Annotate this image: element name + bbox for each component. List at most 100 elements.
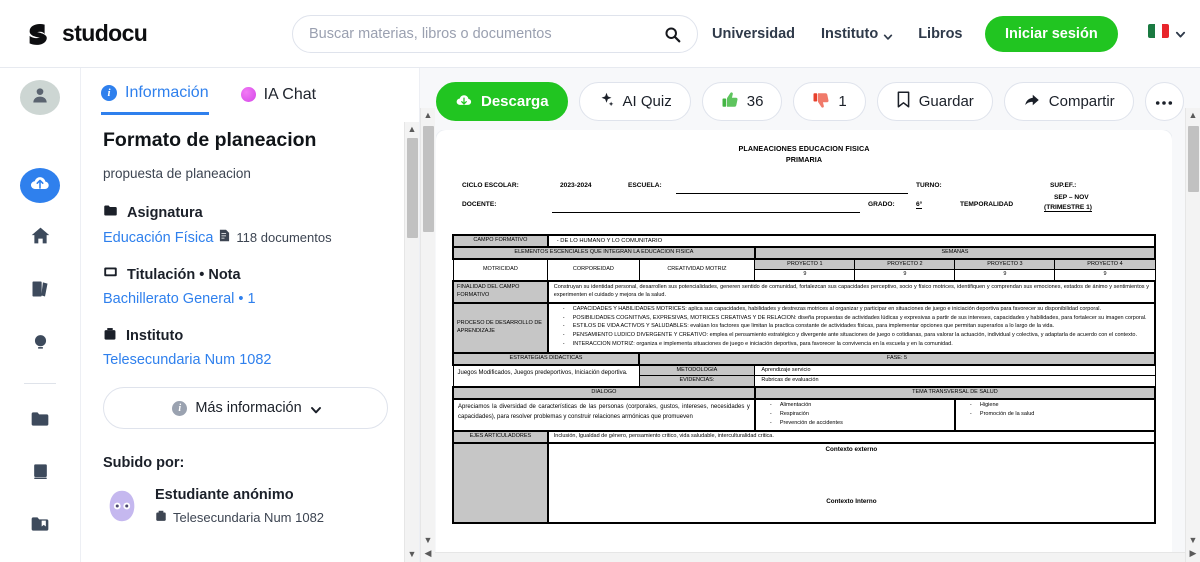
meta-value-titulacion[interactable]: Bachillerato General • 1 bbox=[103, 291, 397, 307]
share-button[interactable]: Compartir bbox=[1003, 82, 1134, 121]
school-icon bbox=[103, 326, 117, 345]
sidebar-item-home[interactable] bbox=[20, 221, 60, 256]
studocu-logo[interactable]: studocu bbox=[24, 19, 148, 49]
more-options-button[interactable] bbox=[1144, 82, 1184, 121]
more-info-button[interactable]: i Más información bbox=[103, 387, 388, 429]
panel-scrollbar-thumb[interactable] bbox=[406, 138, 418, 238]
proyecto-2-name: PROYECTO 2 bbox=[854, 258, 956, 271]
scroll-down-arrow[interactable]: ▼ bbox=[408, 547, 417, 562]
evidencias-label: EVIDENCIAS: bbox=[638, 375, 756, 388]
supef-label: SUP.EF.: bbox=[1050, 181, 1077, 189]
viewer-left-scrollbar[interactable]: ▲ ▼ ◀ bbox=[420, 108, 435, 562]
panel-scrollbar[interactable]: ▲ ▼ bbox=[404, 122, 419, 562]
tab-label: IA Chat bbox=[263, 85, 317, 103]
nav-label: Libros bbox=[918, 26, 963, 42]
ai-quiz-label: AI Quiz bbox=[622, 93, 672, 110]
upvote-button[interactable]: 36 bbox=[701, 82, 783, 121]
downvote-button[interactable]: 1 bbox=[793, 82, 866, 121]
table-row: ESTRATEGIAS DIDACTICAS FASE: 5 bbox=[451, 351, 1156, 366]
brain-icon bbox=[31, 332, 50, 356]
col-creatividad-motriz: CREATIVIDAD MOTRIZ bbox=[638, 258, 756, 282]
chevron-down-icon bbox=[310, 404, 321, 413]
folder-icon bbox=[103, 203, 118, 222]
thumbs-up-icon bbox=[721, 91, 739, 113]
campo-formativo-value: - DE LO HUMANO Y LO COMUNITARIO bbox=[546, 233, 1157, 248]
ai-bubble-icon bbox=[240, 87, 256, 102]
nav-item-libros[interactable]: Libros bbox=[918, 26, 962, 42]
proceso-item: ESTILOS DE VIDA ACTIVOS Y SALUDABLES: ev… bbox=[561, 323, 1150, 331]
panel-content: Formato de planeacion propuesta de plane… bbox=[81, 115, 419, 555]
semanas-header: SEMANAS bbox=[753, 245, 1157, 260]
viewer-right-scrollbar-thumb[interactable] bbox=[1187, 126, 1199, 192]
table-row: PROCESO DE DESARROLLO DE APRENDIZAJE CAP… bbox=[452, 301, 1157, 354]
sidebar-item-ai-tools[interactable] bbox=[20, 326, 60, 361]
scroll-up-arrow[interactable]: ▲ bbox=[408, 122, 417, 137]
estrategias-text: Juegos Modificados, Juegos predeportivos… bbox=[452, 364, 640, 388]
finalidad-text: Construyan su identidad personal, desarr… bbox=[546, 280, 1157, 304]
proyecto-3-name: PROYECTO 3 bbox=[954, 258, 1056, 271]
table-row: DIALOGO TEMA TRANSVERSAL DE SALUD bbox=[452, 386, 1157, 400]
studocu-logo-icon bbox=[24, 19, 54, 49]
proceso-item: PENSAMIENTO LUDICO DIVERGENTE Y CREATIVO… bbox=[561, 332, 1150, 340]
download-button[interactable]: Descarga bbox=[436, 82, 568, 121]
viewer-horizontal-scrollbar[interactable] bbox=[435, 552, 1185, 562]
proceso-label: PROCESO DE DESARROLLO DE APRENDIZAJE bbox=[452, 301, 549, 354]
campo-formativo-label: CAMPO FORMATIVO bbox=[452, 233, 549, 248]
tema-item: Alimentación bbox=[768, 402, 950, 410]
sidebar-item-folders[interactable] bbox=[20, 404, 60, 439]
temporalidad-value-1: SEP – NOV bbox=[1054, 193, 1089, 201]
sidebar-item-user-avatar[interactable] bbox=[20, 80, 60, 115]
viewer-right-scrollbar[interactable]: ▲ ▼ ▶ bbox=[1185, 108, 1200, 562]
top-navigation-bar: studocu Universidad Instituto bbox=[0, 0, 1200, 68]
escuela-blank-line bbox=[676, 192, 908, 194]
save-button[interactable]: Guardar bbox=[876, 82, 993, 121]
sidebar-item-upload[interactable] bbox=[20, 168, 60, 204]
table-row: Contexto externo Contexto Interno bbox=[452, 442, 1157, 525]
meta-value-instituto[interactable]: Telesecundaria Num 1082 bbox=[103, 352, 397, 368]
search-bar[interactable] bbox=[292, 15, 698, 53]
contexto-cells: Contexto externo Contexto Interno bbox=[546, 442, 1157, 525]
info-icon: i bbox=[101, 85, 117, 101]
sidebar-item-studylists[interactable] bbox=[20, 274, 60, 309]
table-row: MOTRICIDAD CORPOREIDAD CREATIVIDAD MOTRI… bbox=[452, 258, 1156, 282]
language-selector[interactable] bbox=[1148, 24, 1186, 38]
downvote-count: 1 bbox=[838, 93, 847, 110]
anonymous-avatar bbox=[103, 487, 141, 525]
scroll-up-arrow[interactable]: ▲ bbox=[424, 108, 433, 123]
scroll-up-arrow[interactable]: ▲ bbox=[1189, 108, 1198, 123]
scroll-right-arrow[interactable]: ▶ bbox=[1190, 546, 1197, 561]
docente-label: DOCENTE: bbox=[462, 200, 497, 208]
meta-label-asignatura: Asignatura bbox=[103, 203, 397, 222]
document-icon bbox=[219, 229, 230, 246]
contexto-interno: Contexto Interno bbox=[826, 498, 877, 506]
document-subtitle: propuesta de planeacion bbox=[103, 166, 251, 181]
tema-item: Prevención de accidentes bbox=[768, 420, 950, 428]
nav-item-universidad[interactable]: Universidad bbox=[712, 26, 795, 42]
table-row: FINALIDAD DEL CAMPO FORMATIVO Construyan… bbox=[452, 280, 1157, 304]
bookmark-icon bbox=[896, 91, 911, 112]
login-button[interactable]: Iniciar sesión bbox=[985, 16, 1118, 52]
sidebar-item-saved[interactable] bbox=[20, 509, 60, 544]
page-scroll-area: PLANEACIONES EDUCACION FISICA PRIMARIA C… bbox=[436, 130, 1172, 562]
search-input[interactable] bbox=[309, 26, 664, 42]
tab-ia-chat[interactable]: IA Chat bbox=[240, 85, 317, 114]
uploader-name[interactable]: Estudiante anónimo bbox=[155, 487, 324, 503]
cloud-download-icon bbox=[455, 91, 473, 113]
chevron-down-icon bbox=[1175, 27, 1186, 38]
planning-table: CAMPO FORMATIVO - DE LO HUMANO Y LO COMU… bbox=[451, 233, 1157, 525]
ai-quiz-button[interactable]: AI Quiz bbox=[578, 82, 691, 121]
table-row: Apreciamos la diversidad de característi… bbox=[452, 397, 1157, 433]
meta-value-asignatura[interactable]: Educación Física 118 documentos bbox=[103, 229, 397, 246]
nav-item-instituto[interactable]: Instituto bbox=[821, 26, 893, 42]
tab-informacion[interactable]: i Información bbox=[101, 84, 209, 115]
grado-value: 6° bbox=[916, 200, 923, 209]
scroll-left-arrow[interactable]: ◀ bbox=[425, 546, 432, 561]
upvote-count: 36 bbox=[746, 93, 764, 110]
proceso-items: CAPACIDADES Y HABILIDADES MOTRICES: apli… bbox=[546, 301, 1157, 354]
thumbs-down-icon bbox=[812, 91, 830, 113]
save-label: Guardar bbox=[918, 93, 974, 110]
search-icon[interactable] bbox=[664, 26, 681, 43]
tema-column-1: Alimentación Respiración Prevención de a… bbox=[753, 397, 956, 433]
sidebar-item-my-library[interactable] bbox=[20, 457, 60, 492]
viewer-left-scrollbar-thumb[interactable] bbox=[422, 126, 434, 232]
